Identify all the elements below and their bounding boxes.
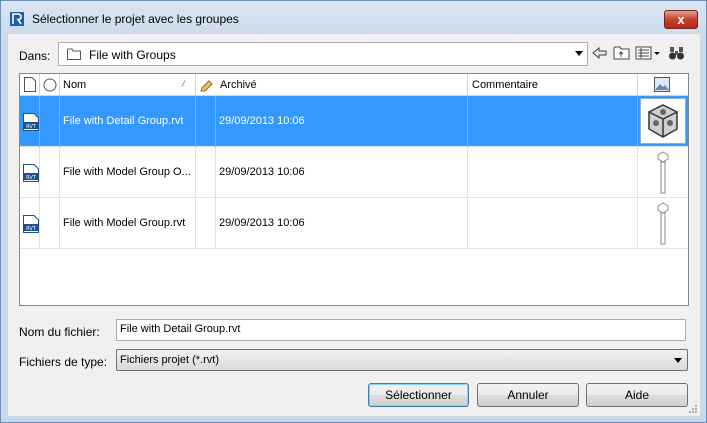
name-cell: File with Model Group O... (60, 147, 196, 198)
chevron-down-icon[interactable] (674, 358, 682, 363)
dialog-window: Sélectionner le projet avec les groupes … (0, 0, 707, 423)
revit-app-icon (10, 12, 24, 26)
pencil-tag-icon (200, 80, 213, 92)
views-icon[interactable] (635, 45, 653, 61)
archived-cell: 29/09/2013 10:06 (216, 147, 468, 198)
rvt-file-icon: RVT (23, 215, 39, 233)
location-value: File with Groups (89, 48, 176, 62)
table-row[interactable]: RVT File with Model Group.rvt 29/09/2013… (20, 198, 688, 249)
thumbnail-cell (638, 147, 688, 198)
file-archived-date: 29/09/2013 10:06 (219, 166, 305, 178)
binoculars-icon[interactable] (668, 45, 686, 61)
spacer-cell (196, 96, 216, 147)
chevron-down-icon[interactable] (575, 51, 583, 56)
file-list-header: Nom / Archivé Commentaire (20, 74, 688, 96)
title-bar[interactable]: Sélectionner le projet avec les groupes … (1, 1, 706, 35)
column-file-type[interactable] (20, 74, 40, 96)
rvt-file-icon: RVT (23, 164, 39, 182)
help-button[interactable]: Aide (586, 383, 688, 407)
back-icon[interactable] (591, 45, 609, 61)
spacer-cell (196, 147, 216, 198)
archived-cell: 29/09/2013 10:06 (216, 96, 468, 147)
column-name-label: Nom (63, 79, 87, 91)
sort-indicator-icon: / (182, 79, 185, 89)
cancel-button[interactable]: Annuler (477, 383, 579, 407)
comment-cell (468, 96, 638, 147)
thumbnail-cell (638, 198, 688, 249)
filetype-label: Fichiers de type: (19, 355, 108, 369)
file-type-cell: RVT (20, 96, 40, 147)
window-title: Sélectionner le projet avec les groupes (32, 12, 239, 26)
table-row[interactable]: RVT File with Detail Group.rvt 29/09/201… (20, 96, 688, 147)
filetype-select[interactable]: Fichiers projet (*.rvt) (116, 349, 688, 371)
select-button[interactable]: Sélectionner (368, 383, 469, 407)
name-cell: File with Detail Group.rvt (60, 96, 196, 147)
file-name: File with Model Group O... (63, 166, 191, 178)
column-archived[interactable]: Archivé (196, 74, 468, 96)
comment-cell (468, 147, 638, 198)
file-list[interactable]: Nom / Archivé Commentaire RVT File with … (19, 73, 689, 306)
views-dropdown-icon[interactable] (653, 45, 661, 61)
up-folder-icon[interactable] (613, 45, 631, 61)
file-name: File with Model Group.rvt (63, 217, 186, 229)
rvt-file-icon: RVT (23, 113, 39, 131)
file-name: File with Detail Group.rvt (63, 115, 184, 127)
pole-thumbnail (657, 151, 669, 194)
status-cell (40, 198, 60, 249)
thumbnail-cell (638, 96, 688, 147)
folder-icon (67, 48, 81, 60)
name-cell: File with Model Group.rvt (60, 198, 196, 249)
resize-grip-icon[interactable] (688, 404, 698, 414)
file-type-cell: RVT (20, 147, 40, 198)
dialog-client: Dans: File with Groups Nom / Archivé Com… (8, 34, 700, 416)
location-label: Dans: (19, 49, 51, 63)
filename-field[interactable]: File with Detail Group.rvt (116, 319, 686, 341)
filename-label: Nom du fichier: (19, 325, 100, 339)
filetype-value: Fichiers projet (*.rvt) (120, 354, 220, 366)
column-comment[interactable]: Commentaire (468, 74, 638, 96)
pole-thumbnail (657, 202, 669, 245)
status-circle-icon (43, 78, 57, 92)
file-type-cell: RVT (20, 198, 40, 249)
filename-value: File with Detail Group.rvt (120, 323, 241, 335)
cube-thumbnail (640, 98, 686, 144)
rvt-icon-label: RVT (26, 175, 37, 181)
status-cell (40, 147, 60, 198)
close-icon: x (677, 12, 685, 27)
location-combobox[interactable]: File with Groups (58, 42, 588, 66)
cube-icon (648, 104, 678, 138)
rvt-icon-label: RVT (26, 226, 37, 232)
close-button[interactable]: x (664, 10, 698, 29)
status-cell (40, 96, 60, 147)
column-archived-label: Archivé (220, 79, 257, 91)
document-icon (24, 77, 36, 92)
column-status[interactable] (40, 74, 60, 96)
table-row[interactable]: RVT File with Model Group O... 29/09/201… (20, 147, 688, 198)
column-comment-label: Commentaire (472, 79, 539, 91)
comment-cell (468, 198, 638, 249)
spacer-cell (196, 198, 216, 249)
archived-cell: 29/09/2013 10:06 (216, 198, 468, 249)
image-icon (654, 77, 670, 92)
rvt-icon-label: RVT (26, 124, 37, 130)
file-archived-date: 29/09/2013 10:06 (219, 115, 305, 127)
file-archived-date: 29/09/2013 10:06 (219, 217, 305, 229)
column-thumbnail[interactable] (638, 74, 688, 96)
column-name[interactable]: Nom / (60, 74, 196, 96)
